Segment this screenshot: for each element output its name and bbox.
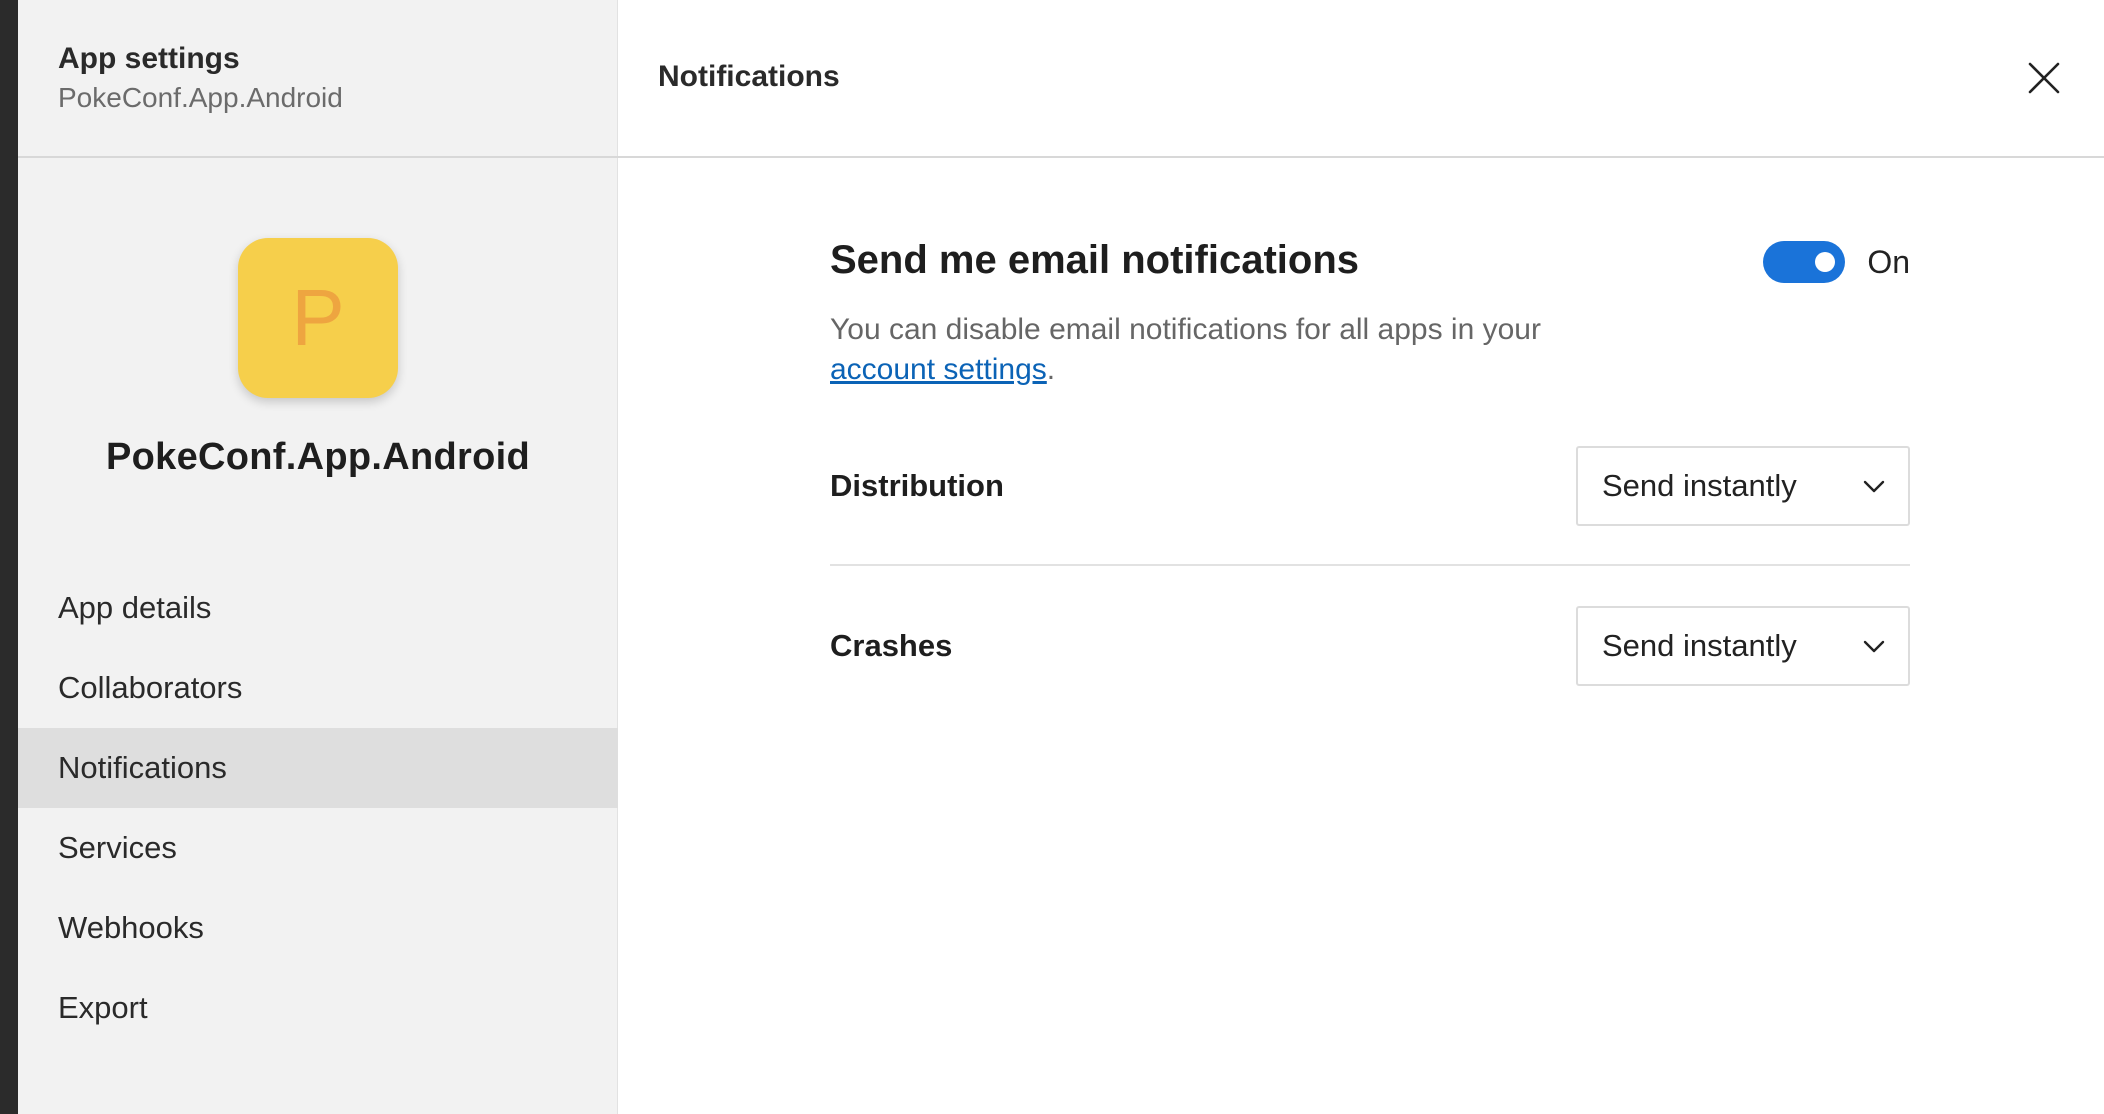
distribution-select-value: Send instantly xyxy=(1602,468,1797,503)
email-notifications-toggle[interactable] xyxy=(1763,241,1846,283)
sidebar-item-services[interactable]: Services xyxy=(18,808,618,888)
email-description: You can disable email notifications for … xyxy=(830,310,1650,390)
email-notifications-title: Send me email notifications xyxy=(830,238,1360,282)
setting-row-crashes: Crashes Send instantly xyxy=(830,606,1910,686)
sidebar-header: App settings PokeConf.App.Android xyxy=(18,0,618,158)
sidebar-subtitle: PokeConf.App.Android xyxy=(58,82,343,113)
app-icon-letter: P xyxy=(291,273,345,362)
divider xyxy=(830,564,1910,566)
distribution-select[interactable]: Send instantly xyxy=(1576,446,1910,526)
email-description-text: You can disable email notifications for … xyxy=(830,313,1541,346)
description-suffix: . xyxy=(1046,353,1056,386)
close-button[interactable] xyxy=(2024,58,2064,98)
page-title: Notifications xyxy=(658,60,840,93)
sidebar-item-collaborators[interactable]: Collaborators xyxy=(18,648,618,728)
main-header: Notifications xyxy=(618,0,2104,158)
email-toggle-group: On xyxy=(1763,240,1910,284)
app-icon: P xyxy=(238,238,398,398)
crashes-select-value: Send instantly xyxy=(1602,628,1797,663)
sidebar-item-export[interactable]: Export xyxy=(18,968,618,1048)
sidebar-title: App settings xyxy=(58,42,240,75)
toggle-knob xyxy=(1815,252,1836,272)
left-edge-strip xyxy=(0,0,18,1114)
close-icon xyxy=(2028,62,2060,94)
setting-row-distribution: Distribution Send instantly xyxy=(830,446,1910,526)
chevron-down-icon xyxy=(1863,480,1885,493)
setting-label-crashes: Crashes xyxy=(830,628,953,663)
chevron-down-icon xyxy=(1863,640,1885,653)
sidebar: App settings PokeConf.App.Android P Poke… xyxy=(18,0,618,1114)
app-name: PokeConf.App.Android xyxy=(106,436,530,478)
sidebar-item-webhooks[interactable]: Webhooks xyxy=(18,888,618,968)
sidebar-item-app-details[interactable]: App details xyxy=(18,568,618,648)
setting-label-distribution: Distribution xyxy=(830,468,1004,503)
account-settings-link[interactable]: account settings xyxy=(830,353,1047,386)
app-settings-window: App settings PokeConf.App.Android P Poke… xyxy=(0,0,2104,1114)
crashes-select[interactable]: Send instantly xyxy=(1576,606,1910,686)
sidebar-item-notifications[interactable]: Notifications xyxy=(18,728,618,808)
sidebar-nav: App details Collaborators Notifications … xyxy=(18,568,618,1048)
toggle-state-label: On xyxy=(1867,243,1910,280)
